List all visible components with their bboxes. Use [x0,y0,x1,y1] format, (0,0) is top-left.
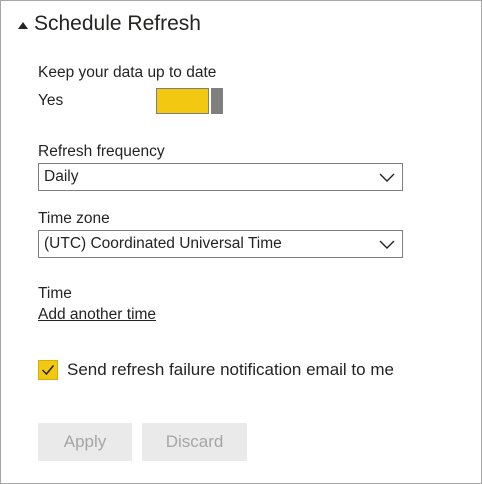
checkmark-icon [41,365,55,376]
time-zone-select[interactable]: (UTC) Coordinated Universal Time [38,230,403,258]
toggle-track [156,88,209,114]
notification-label[interactable]: Send refresh failure notification email … [67,360,394,380]
chevron-down-icon [379,173,395,182]
refresh-frequency-select[interactable]: Daily [38,163,403,191]
refresh-frequency-label: Refresh frequency [38,143,165,160]
keep-up-to-date-toggle[interactable] [156,88,224,114]
refresh-frequency-value: Daily [44,168,79,185]
add-another-time-link[interactable]: Add another time [38,306,156,324]
schedule-refresh-header[interactable]: Schedule Refresh [18,9,201,39]
schedule-refresh-panel: Schedule Refresh Keep your data up to da… [0,0,482,484]
apply-button[interactable]: Apply [38,423,132,461]
discard-button[interactable]: Discard [142,423,247,461]
chevron-down-icon [379,240,395,249]
caret-up-icon[interactable] [18,21,28,29]
time-label: Time [38,285,72,302]
keep-up-to-date-label: Keep your data up to date [38,64,217,81]
toggle-state-label: Yes [38,92,64,109]
toggle-thumb[interactable] [211,88,223,114]
time-zone-value: (UTC) Coordinated Universal Time [44,235,282,252]
notification-checkbox[interactable] [38,360,58,380]
time-zone-label: Time zone [38,210,110,227]
section-title: Schedule Refresh [34,12,201,35]
